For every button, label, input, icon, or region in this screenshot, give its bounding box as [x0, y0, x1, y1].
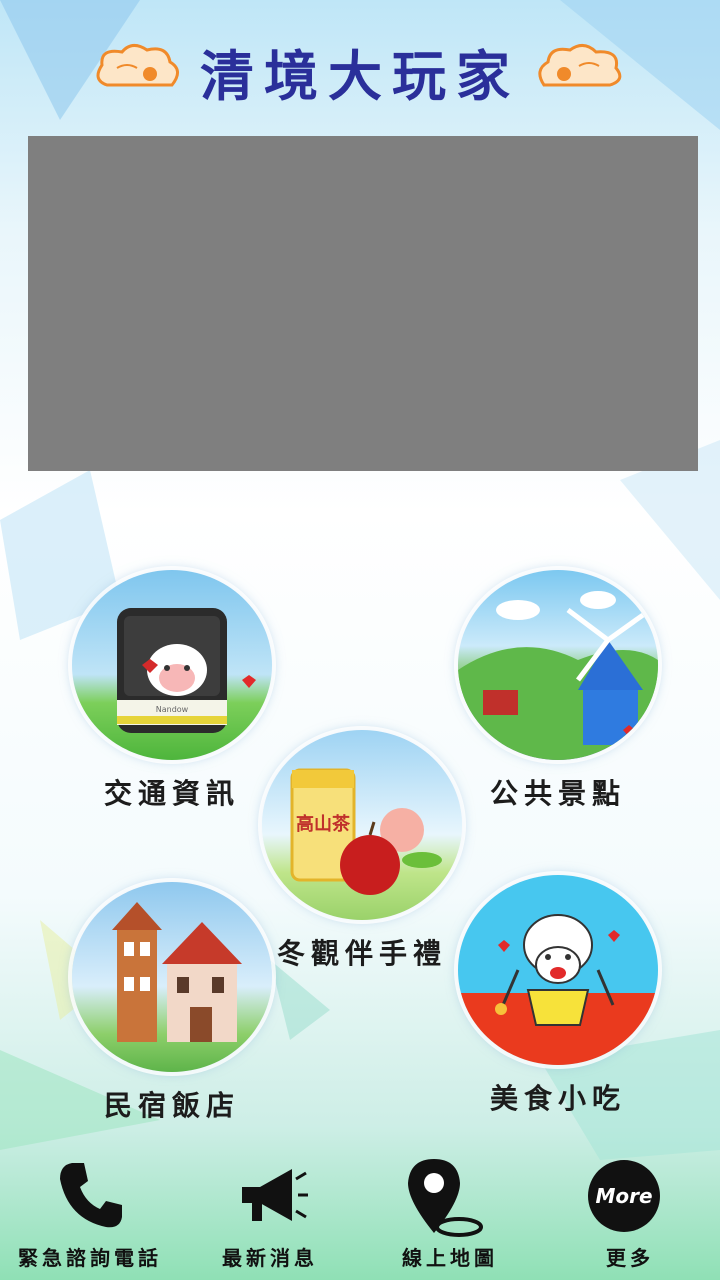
nav-news-label: 最新消息	[222, 1246, 318, 1270]
hotels-image	[72, 882, 272, 1072]
souvenirs-image: 高山茶	[262, 730, 462, 920]
transport-image: Nandow	[72, 570, 272, 760]
tile-souvenirs[interactable]: 高山茶 冬觀伴手禮	[252, 730, 472, 972]
tile-transport-label: 交通資訊	[103, 777, 240, 810]
tea-can-text: 高山茶	[296, 813, 351, 835]
food-image	[458, 875, 658, 1065]
nav-emergency-label: 緊急諮詢電話	[18, 1246, 162, 1270]
tile-attractions[interactable]: 公共景點	[448, 570, 668, 812]
nav-more-label: 更多	[606, 1246, 654, 1270]
tile-souvenirs-label: 冬觀伴手禮	[276, 937, 447, 970]
more-button[interactable]: More	[588, 1160, 660, 1232]
attractions-image	[458, 570, 658, 760]
tile-hotels-label: 民宿飯店	[103, 1089, 240, 1122]
tile-hotels[interactable]: 民宿飯店	[62, 882, 282, 1124]
tile-food[interactable]: 美食小吃	[448, 875, 668, 1117]
tile-attractions-label: 公共景點	[489, 777, 626, 810]
cloud-right-icon	[538, 44, 622, 87]
tile-food-label: 美食小吃	[489, 1082, 626, 1115]
nav-map-label: 線上地圖	[402, 1246, 498, 1270]
bus-brand-text: Nandow	[156, 705, 189, 714]
phone-icon	[60, 1163, 122, 1228]
megaphone-icon	[242, 1169, 308, 1221]
map-pin-icon	[408, 1159, 483, 1237]
tile-transport[interactable]: Nandow 交通資訊	[62, 570, 282, 812]
header: 清境大玩家	[0, 0, 720, 135]
banner-placeholder[interactable]	[28, 136, 698, 471]
